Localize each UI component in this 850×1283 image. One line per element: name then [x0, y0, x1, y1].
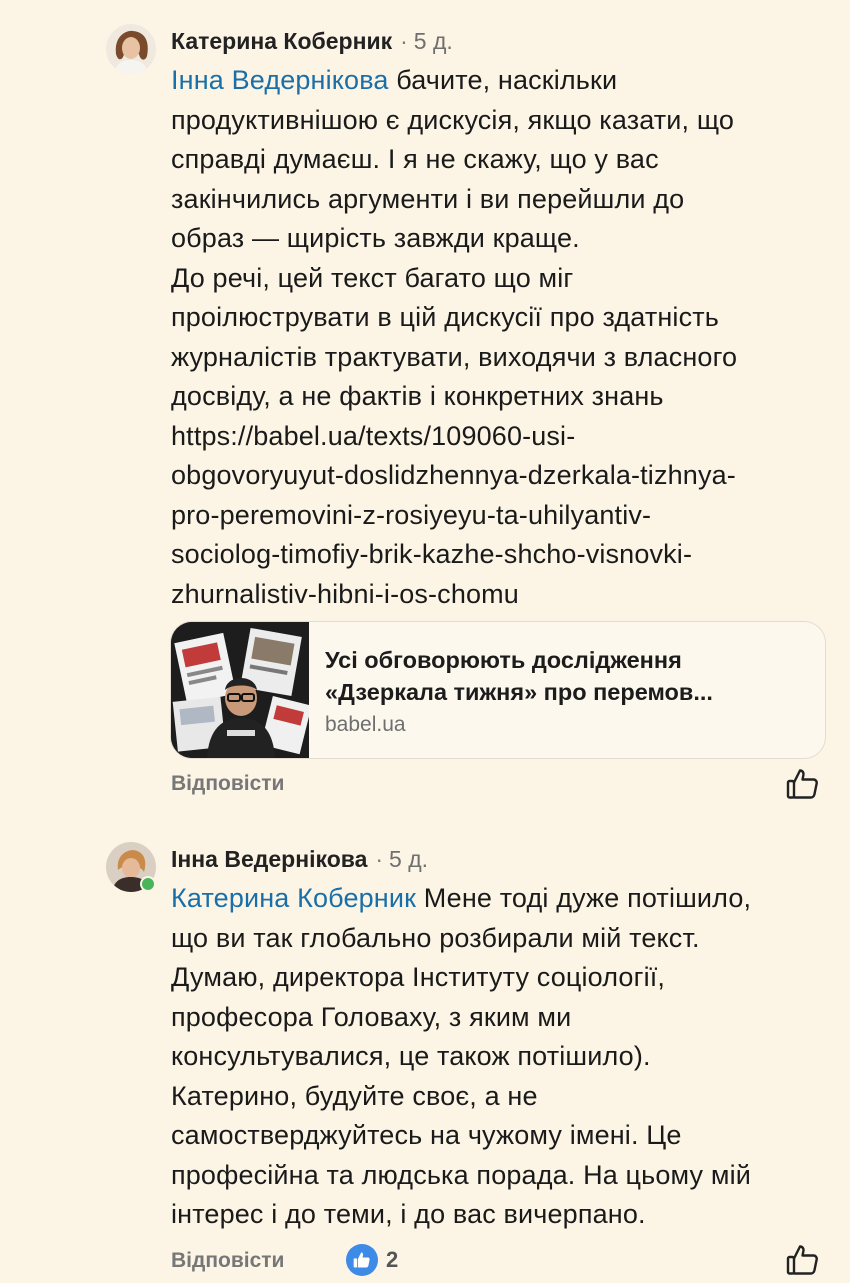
comment-text-line: досвіду, а не фактів і конкретних знань	[171, 381, 664, 411]
mention-link[interactable]: Катерина Коберник	[171, 883, 416, 913]
timestamp: 5 д.	[389, 846, 429, 872]
comment-text-line: образ — щирість завжди краще.	[171, 223, 580, 253]
comment-text-line: професійна та людська порада. На цьому м…	[171, 1159, 751, 1190]
reaction-count: 2	[386, 1247, 399, 1272]
avatar[interactable]	[106, 24, 156, 74]
comment-text-line: консультувалися, це також потішило).	[171, 1041, 651, 1071]
author-name[interactable]: Інна Ведернікова	[171, 846, 367, 872]
thumbs-up-outline-icon	[786, 1245, 818, 1275]
comment-text-line: Мене тоді дуже потішило,	[423, 883, 752, 913]
meta-separator: ·	[400, 28, 408, 54]
link-preview-title: Усі обговорюють дослідження «Дзеркала ти…	[325, 647, 713, 705]
meta-separator: ·	[375, 846, 384, 872]
comment-text-line: журналістів трактувати, виходячи з власн…	[171, 341, 738, 372]
mention-link[interactable]: Інна Ведернікова	[171, 65, 389, 95]
comment-text-line: самостверджуйтесь на чужому імені. Це	[171, 1120, 682, 1150]
like-button[interactable]	[785, 766, 821, 802]
url-line[interactable]: sociolog-timofiy-brik-kazhe-shcho-visnov…	[171, 535, 831, 575]
reply-button[interactable]: Відповісти	[171, 772, 284, 796]
comment-text-line: що ви так глобально розбирали мій текст.	[171, 922, 700, 953]
timestamp: 5 д.	[413, 28, 453, 54]
comment-text-line: інтерес і до теми, і до вас вичерпано.	[171, 1199, 646, 1229]
url-line[interactable]: obgovoryuyut-doslidzhennya-dzerkala-tizh…	[171, 456, 831, 496]
comment-text-line: закінчились аргументи і ви перейшли до	[171, 183, 685, 214]
author-name[interactable]: Катерина Коберник	[171, 28, 392, 54]
thumbs-up-outline-icon	[786, 769, 818, 799]
comment-text-line: бачите, наскільки	[396, 65, 618, 95]
url-line[interactable]: pro-peremovini-z-rosiyeyu-ta-uhilyantiv-	[171, 496, 831, 536]
like-reaction-icon	[346, 1244, 378, 1276]
url-line[interactable]: zhurnalistiv-hibni-i-os-chomu	[171, 575, 831, 615]
online-status-indicator	[140, 876, 156, 892]
comment-text-line: До речі, цей текст багато що міг	[171, 262, 574, 293]
comment-text-line: проілюструвати в цій дискусії про здатні…	[171, 302, 719, 332]
link-preview-card[interactable]: Усі обговорюють дослідження «Дзеркала ти…	[170, 621, 826, 759]
comment-text-line: професора Головаху, з яким ми	[171, 1001, 572, 1032]
comment-text-line: продуктивнішою є дискусія, якщо казати, …	[171, 104, 735, 135]
comment-body: Інна Ведернікова бачите, наскільки проду…	[171, 61, 831, 614]
comment-text-line: Катерино, будуйте своє, а не	[171, 1080, 538, 1111]
link-preview-domain: babel.ua	[325, 713, 406, 736]
reply-button[interactable]: Відповісти	[171, 1249, 284, 1273]
comment-meta: Інна Ведернікова · 5 д.	[171, 846, 428, 873]
link-preview-thumbnail	[171, 622, 312, 758]
reaction-summary[interactable]: 2	[346, 1243, 398, 1277]
url-line[interactable]: https://babel.ua/texts/109060-usi-	[171, 417, 831, 457]
comment-meta: Катерина Коберник · 5 д.	[171, 28, 453, 55]
comment-text-line: Думаю, директора Інституту соціології,	[171, 962, 666, 992]
comment-text-line: справді думаєш. І я не скажу, що у вас	[171, 144, 659, 174]
comment-body: Катерина Коберник Мене тоді дуже потішил…	[171, 879, 831, 1235]
like-button[interactable]	[785, 1242, 821, 1278]
